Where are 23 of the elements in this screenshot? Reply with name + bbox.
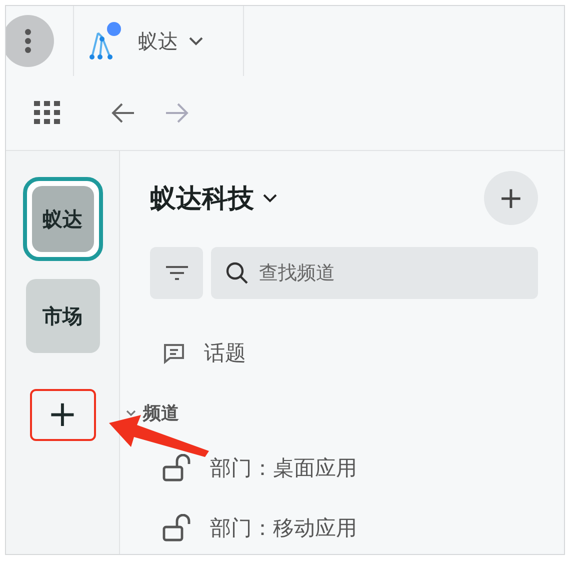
message-icon [162, 341, 186, 365]
search-field[interactable]: 查找频道 [211, 247, 538, 299]
more-menu-icon[interactable] [6, 15, 54, 67]
channel-item[interactable]: 部门：桌面应用 [210, 454, 357, 482]
add-workspace-button[interactable]: + [30, 389, 96, 441]
unlock-icon [162, 514, 192, 542]
app-grid-icon[interactable] [34, 101, 60, 125]
filter-button[interactable] [150, 247, 203, 299]
app-switcher[interactable]: 蚁达 [74, 6, 244, 76]
unlock-icon [162, 454, 192, 482]
app-logo-icon [88, 21, 124, 61]
section-header[interactable]: 频道 [143, 401, 179, 425]
search-icon [225, 261, 249, 285]
chevron-down-icon[interactable] [262, 193, 278, 203]
channel-item[interactable]: 部门：移动应用 [210, 514, 357, 542]
workspace-tab[interactable]: 蚁达 [22, 177, 102, 261]
add-button[interactable]: + [484, 171, 538, 225]
workspace-tab[interactable]: 市场 [26, 279, 100, 353]
organization-name[interactable]: 蚁达科技 [150, 180, 254, 216]
filter-icon [164, 265, 188, 281]
topics-item[interactable]: 话题 [204, 339, 246, 367]
back-arrow-icon[interactable] [110, 102, 136, 124]
chevron-down-icon [188, 36, 204, 46]
